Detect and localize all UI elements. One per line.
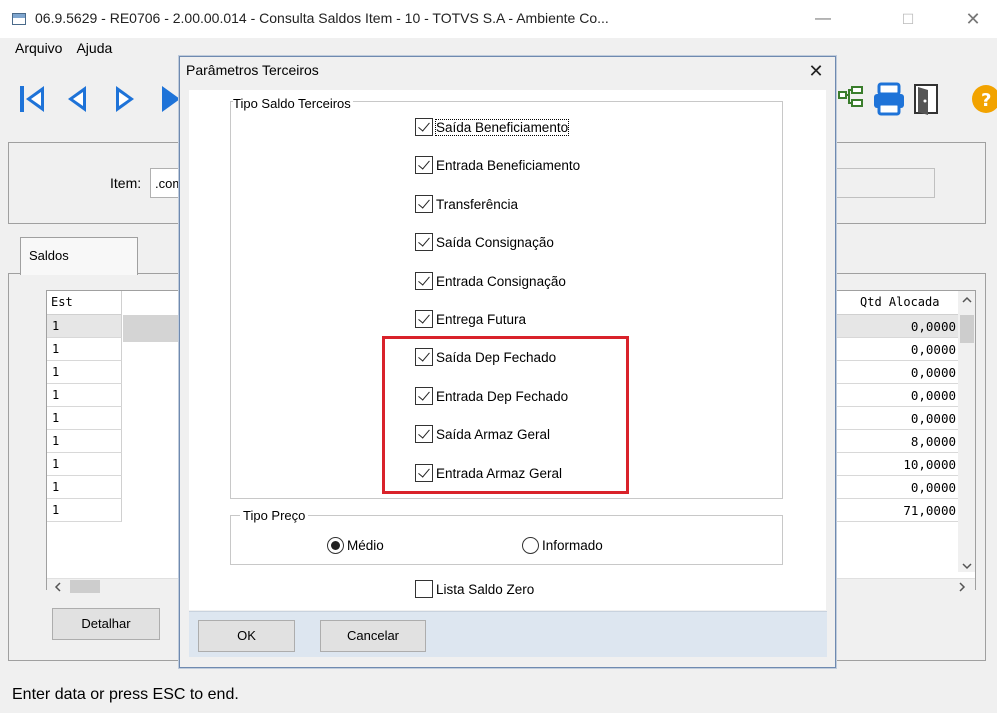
ok-button[interactable]: OK — [198, 620, 295, 652]
checkbox-label: Transferência — [436, 196, 519, 212]
grid-cell-est[interactable]: 1 — [47, 338, 122, 361]
radio-medio-label: Médio — [347, 537, 384, 553]
highlight-annotation — [382, 336, 629, 494]
group-tipo-preco — [230, 515, 783, 565]
checkbox-label: Entrada Beneficiamento — [436, 157, 581, 173]
detalhar-button[interactable]: Detalhar — [52, 608, 160, 640]
checkbox-option[interactable]: Entrada Beneficiamento — [415, 154, 580, 176]
checkbox-option[interactable]: Entrega Futura — [415, 308, 526, 330]
vertical-scroll-thumb[interactable] — [960, 315, 974, 343]
checkbox-label: Entrega Futura — [436, 311, 527, 327]
grid-cell-qtd-alocada[interactable]: 71,0000 — [830, 499, 958, 522]
group-tipo-saldo-label: Tipo Saldo Terceiros — [233, 96, 353, 111]
tab-saldos[interactable]: Saldos — [20, 237, 138, 275]
checkbox-box[interactable] — [415, 156, 433, 174]
menu-bar: Arquivo Ajuda — [0, 40, 112, 64]
tree-icon[interactable] — [838, 82, 868, 118]
checkbox-option[interactable]: Transferência — [415, 193, 518, 215]
radio-informado-label: Informado — [542, 537, 603, 553]
grid-cell-est[interactable]: 1 — [47, 430, 122, 453]
group-tipo-preco-label: Tipo Preço — [240, 508, 309, 523]
checkbox-lista-saldo-zero-label: Lista Saldo Zero — [436, 581, 535, 597]
checkbox-lista-saldo-zero[interactable]: Lista Saldo Zero — [415, 578, 534, 600]
radio-informado-indicator[interactable] — [522, 536, 539, 554]
last-record-icon[interactable] — [160, 82, 180, 118]
column-header-qtd-alocada[interactable]: Qtd Alocada — [830, 291, 958, 315]
horizontal-scroll-thumb[interactable] — [70, 580, 100, 593]
grid-cell-qtd-alocada[interactable]: 0,0000 — [830, 338, 958, 361]
radio-medio[interactable]: Médio — [327, 534, 384, 556]
item-description-field — [825, 168, 935, 198]
grid-cell-qtd-alocada[interactable]: 0,0000 — [830, 315, 958, 338]
checkbox-box[interactable] — [415, 195, 433, 213]
checkbox-label: Saída Consignação — [436, 234, 554, 250]
svg-text:?: ? — [981, 90, 991, 111]
grid-cell-est[interactable]: 1 — [47, 476, 122, 499]
checkbox-label: Saída Beneficiamento — [434, 118, 570, 136]
print-icon[interactable] — [872, 82, 906, 118]
close-window-button[interactable]: ✕ — [958, 8, 988, 30]
grid-cell-qtd-alocada[interactable]: 10,0000 — [830, 453, 958, 476]
maximize-button[interactable]: ☐ — [893, 8, 923, 30]
status-bar: Enter data or press ESC to end. — [0, 682, 997, 713]
menu-arquivo[interactable]: Arquivo — [15, 40, 62, 64]
grid-selected-cell — [123, 315, 183, 342]
checkbox-box[interactable] — [415, 118, 433, 136]
checkbox-option[interactable]: Saída Consignação — [415, 231, 554, 253]
grid-cell-qtd-alocada[interactable]: 0,0000 — [830, 407, 958, 430]
grid-cell-qtd-alocada[interactable]: 8,0000 — [830, 430, 958, 453]
radio-informado[interactable]: Informado — [522, 534, 603, 556]
window-title: 06.9.5629 - RE0706 - 2.00.00.014 - Consu… — [35, 10, 609, 26]
column-header-est[interactable]: Est — [47, 291, 122, 315]
previous-record-icon[interactable] — [64, 82, 90, 118]
grid-cell-est[interactable]: 1 — [47, 315, 122, 338]
checkbox-option[interactable]: Saída Beneficiamento — [415, 116, 570, 138]
dialog-title: Parâmetros Terceiros — [186, 62, 319, 78]
help-icon[interactable]: ? — [970, 82, 997, 118]
menu-ajuda[interactable]: Ajuda — [76, 40, 112, 64]
checkbox-box[interactable] — [415, 233, 433, 251]
item-label: Item: — [110, 175, 142, 191]
checkbox-label: Entrada Consignação — [436, 273, 566, 289]
grid-cell-est[interactable]: 1 — [47, 453, 122, 476]
checkbox-lista-saldo-zero-box[interactable] — [415, 580, 433, 598]
scroll-up-icon[interactable] — [960, 294, 974, 306]
minimize-button[interactable]: — — [808, 8, 838, 30]
app-icon — [12, 13, 26, 25]
checkbox-box[interactable] — [415, 310, 433, 328]
scroll-right-icon[interactable] — [956, 580, 968, 594]
first-record-icon[interactable] — [18, 82, 48, 118]
grid-cell-est[interactable]: 1 — [47, 361, 122, 384]
scroll-down-icon[interactable] — [960, 560, 974, 572]
scroll-left-icon[interactable] — [52, 580, 64, 594]
exit-door-icon[interactable] — [912, 82, 942, 118]
cancelar-button[interactable]: Cancelar — [320, 620, 426, 652]
checkbox-box[interactable] — [415, 272, 433, 290]
checkbox-option[interactable]: Entrada Consignação — [415, 270, 566, 292]
grid-cell-qtd-alocada[interactable]: 0,0000 — [830, 361, 958, 384]
next-record-icon[interactable] — [112, 82, 138, 118]
radio-medio-indicator[interactable] — [327, 536, 344, 554]
grid-cell-est[interactable]: 1 — [47, 499, 122, 522]
dialog-close-icon[interactable]: ✕ — [803, 58, 829, 84]
grid-cell-qtd-alocada[interactable]: 0,0000 — [830, 476, 958, 499]
grid-cell-qtd-alocada[interactable]: 0,0000 — [830, 384, 958, 407]
grid-cell-est[interactable]: 1 — [47, 407, 122, 430]
grid-cell-est[interactable]: 1 — [47, 384, 122, 407]
